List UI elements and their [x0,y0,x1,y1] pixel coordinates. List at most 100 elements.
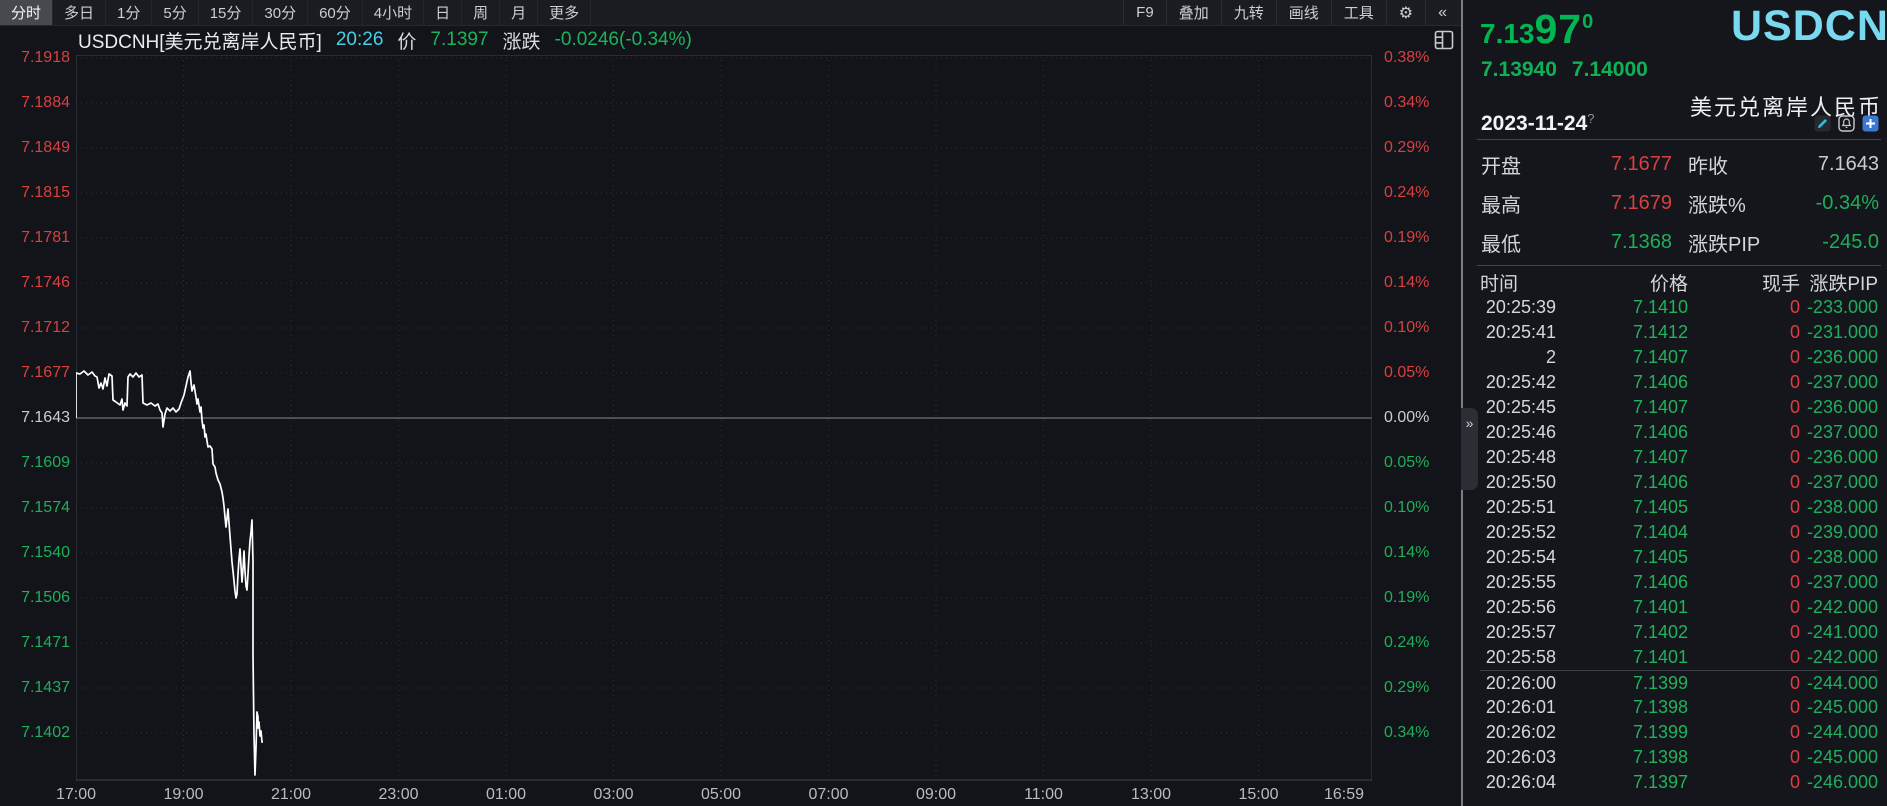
tab-5分[interactable]: 5分 [152,0,199,25]
gear-icon: ⚙ [1398,4,1414,22]
price-value: 7.1397 [430,29,489,50]
tick-price: 7.1412 [1632,322,1688,342]
summary-label: 昨收 [1688,156,1728,178]
pane-layout-icon[interactable] [1434,30,1454,50]
add-plus-icon[interactable] [1862,115,1879,132]
divider [1477,139,1881,140]
tick-pip: -237.000 [1806,372,1878,392]
price-tick: 7.1437 [21,679,70,696]
summary-value: 7.1677 [1610,153,1672,175]
period-toolbar: 分时 多日 1分 5分 15分 30分 60分 4小时日周月更多 F9 叠加 九转 画线 工具 ⚙ « [0,0,1461,26]
tick-price: 7.1405 [1632,497,1688,517]
percent-tick: 0.14% [1384,544,1430,561]
summary-row: 最低 7.1368 涨跌PIP -245.0 [1481,223,1879,262]
tick-table-header: 时间 价格 现手 涨跌PIP [1480,270,1878,295]
tick-row: 20:25:58 7.1401 0 -242.000 [1480,645,1878,670]
percent-tick: 0.34% [1384,94,1430,111]
tick-time: 20:25:52 [1485,522,1556,542]
tick-time: 20:25:50 [1485,472,1556,492]
toolbar-button-叠加[interactable]: 叠加 [1165,0,1221,25]
toolbar-button-画线[interactable]: 画线 [1275,0,1331,25]
tick-row: 20:26:04 7.1397 0 -246.000 [1480,770,1878,795]
time-tick: 03:00 [593,786,634,803]
tick-volume: 0 [1789,572,1800,592]
price-tick: 7.1609 [21,454,70,471]
tick-volume: 0 [1789,372,1800,392]
tick-price: 7.1401 [1632,597,1688,617]
time-tick: 21:00 [270,786,312,803]
quote-action-icons [1814,115,1879,132]
price-tick: 7.1574 [21,499,70,516]
tick-time: 20:25:48 [1485,447,1556,467]
percent-tick: 0.34% [1384,724,1430,741]
tab-分时[interactable]: 分时 [0,0,54,25]
percent-tick: 0.24% [1384,634,1430,651]
time-tick: 11:00 [1024,786,1063,803]
date-value: 2023-11-24 [1481,112,1588,135]
tick-time: 20:26:03 [1485,747,1556,767]
tick-pip: -231.000 [1806,322,1878,342]
tick-volume: 0 [1789,422,1800,442]
tab-周[interactable]: 周 [462,0,501,25]
tick-col-header: 价格 [1649,274,1688,295]
toolbar-button-九转[interactable]: 九转 [1220,0,1276,25]
summary-row: 最高 7.1679 涨跌% -0.34% [1481,184,1879,223]
collapse-panel-button[interactable]: « [1425,0,1459,25]
tick-volume: 0 [1789,647,1800,667]
alert-bell-icon[interactable] [1838,115,1855,132]
price-tick: 7.1506 [21,589,70,606]
tab-15分[interactable]: 15分 [199,0,254,25]
tab-30分[interactable]: 30分 [253,0,309,25]
tick-volume: 0 [1789,697,1800,717]
time-tick: 09:00 [915,786,957,803]
price-label: 价 [397,31,417,53]
percent-tick: 0.29% [1384,139,1430,156]
tick-pip: -242.000 [1806,597,1878,617]
settings-button[interactable]: ⚙ [1385,0,1425,25]
time-tick: 05:00 [700,786,742,803]
tick-price: 7.1406 [1632,572,1688,592]
divider [1477,265,1881,266]
tab-4小时[interactable]: 4小时 [363,0,425,25]
tick-pip: -238.000 [1806,497,1878,517]
date-help-icon[interactable]: ? [1587,111,1594,126]
tick-volume: 0 [1789,747,1800,767]
edit-pencil-icon[interactable] [1814,115,1831,132]
intraday-chart-canvas[interactable] [76,55,1372,782]
tick-pip: -245.000 [1806,697,1878,717]
tab-月[interactable]: 月 [500,0,539,25]
tick-table: 20:25:39 7.1410 0 -233.000 20:25:41 7.1412 0 -2… [1480,295,1878,795]
summary-value: 7.1368 [1610,231,1672,253]
time-tick: 19:00 [163,786,204,803]
summary-value: -0.34% [1815,192,1879,214]
toolbar-button-F9[interactable]: F9 [1123,0,1166,25]
time-tick: 15:00 [1238,786,1279,803]
tick-volume: 0 [1789,447,1800,467]
tick-time: 20:26:02 [1485,722,1556,742]
chevron-right-icon: » [1465,415,1474,431]
percent-tick: 0.38% [1384,49,1430,66]
tab-60分[interactable]: 60分 [308,0,363,25]
price-line [76,370,263,776]
time-tick: 16:59 [1324,786,1365,803]
tick-volume: 0 [1789,672,1800,693]
tick-volume: 0 [1789,497,1800,517]
tab-更多[interactable]: 更多 [538,0,592,25]
percent-tick: 0.19% [1384,589,1430,606]
toolbar-button-工具[interactable]: 工具 [1330,0,1386,25]
tab-日[interactable]: 日 [424,0,463,25]
panel-expand-handle[interactable]: » [1461,408,1478,490]
toolbar-right-group: F9 叠加 九转 画线 工具 ⚙ « [1123,0,1459,25]
tab-多日[interactable]: 多日 [53,0,107,25]
tick-pip: -244.000 [1806,672,1878,693]
tick-volume: 0 [1789,547,1800,567]
tick-time: 20:25:46 [1485,422,1556,442]
tab-1分[interactable]: 1分 [106,0,153,25]
symbol-code: USDCNH [1731,2,1887,50]
tick-pip: -237.000 [1806,572,1878,592]
summary-value: -245.0 [1822,231,1879,253]
tick-price: 7.1399 [1632,722,1688,742]
tick-row: 20:25:51 7.1405 0 -238.000 [1480,495,1878,520]
price-tick: 7.1540 [21,544,70,561]
price-tick: 7.1918 [21,49,70,66]
